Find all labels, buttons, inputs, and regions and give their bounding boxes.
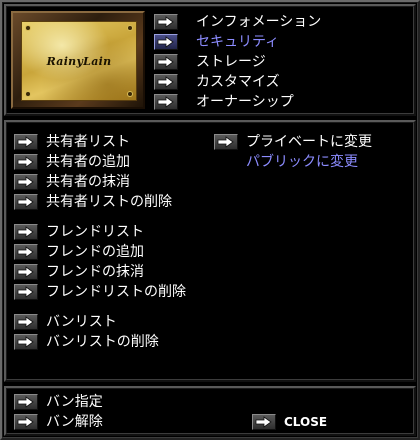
tab-storage[interactable]: ストレージ: [196, 54, 266, 70]
arrow-right-icon: [17, 226, 34, 238]
friend-list-arrow[interactable]: [14, 224, 38, 240]
friend-remove-link[interactable]: フレンドの抹消: [46, 264, 144, 280]
tab-arrow-ownership[interactable]: [154, 94, 178, 110]
tab-arrow-storage[interactable]: [154, 54, 178, 70]
tab-arrow-security[interactable]: [154, 34, 178, 50]
tab-security[interactable]: セキュリティ: [196, 34, 279, 50]
arrow-right-icon: [17, 266, 34, 278]
friend-list-delete-link[interactable]: フレンドリストの削除: [46, 284, 186, 300]
ban-lift-arrow[interactable]: [14, 414, 38, 430]
sharer-remove-link[interactable]: 共有者の抹消: [46, 174, 130, 190]
arrow-right-icon: [17, 136, 34, 148]
sharer-remove-arrow[interactable]: [14, 174, 38, 190]
arrow-right-icon: [255, 416, 272, 428]
arrow-right-icon: [157, 56, 174, 68]
tab-arrow-information[interactable]: [154, 14, 178, 30]
arrow-right-icon: [17, 176, 34, 188]
close-button[interactable]: CLOSE: [284, 414, 327, 430]
ban-assign-arrow[interactable]: [14, 394, 38, 410]
friend-remove-arrow[interactable]: [14, 264, 38, 280]
ban-list-link[interactable]: バンリスト: [46, 314, 117, 330]
arrow-right-icon: [157, 96, 174, 108]
arrow-right-icon: [17, 156, 34, 168]
arrow-right-icon: [157, 76, 174, 88]
make-public-link[interactable]: パブリックに変更: [246, 154, 358, 170]
sharer-add-arrow[interactable]: [14, 154, 38, 170]
tab-arrow-customize[interactable]: [154, 74, 178, 90]
make-private-link[interactable]: プライベートに変更: [246, 134, 372, 150]
plate-screw: [26, 26, 30, 30]
ban-assign-link[interactable]: バン指定: [46, 394, 103, 410]
friend-add-link[interactable]: フレンドの追加: [46, 244, 144, 260]
friend-add-arrow[interactable]: [14, 244, 38, 260]
plate-screw: [26, 92, 30, 96]
sharer-list-arrow[interactable]: [14, 134, 38, 150]
tab-customize[interactable]: カスタマイズ: [196, 74, 280, 90]
arrow-right-icon: [17, 286, 34, 298]
arrow-right-icon: [217, 136, 234, 148]
private-arrow[interactable]: [214, 134, 238, 150]
ban-list-delete-link[interactable]: バンリストの削除: [46, 334, 159, 350]
arrow-right-icon: [17, 416, 34, 428]
sharer-add-link[interactable]: 共有者の追加: [46, 154, 130, 170]
ban-list-arrow[interactable]: [14, 314, 38, 330]
security-window: RainyLain インフォメーション セキュリティ ストレージ カスタマイズ …: [0, 0, 420, 440]
arrow-right-icon: [157, 16, 174, 28]
plate-screw: [128, 26, 132, 30]
friend-list-delete-arrow[interactable]: [14, 284, 38, 300]
sharer-list-delete-link[interactable]: 共有者リストの削除: [46, 194, 172, 210]
name-plate: RainyLain: [21, 21, 137, 101]
tab-ownership[interactable]: オーナーシップ: [196, 94, 294, 110]
sharer-list-delete-arrow[interactable]: [14, 194, 38, 210]
ban-lift-link[interactable]: バン解除: [46, 414, 103, 430]
arrow-right-icon: [17, 316, 34, 328]
arrow-right-icon: [17, 396, 34, 408]
plate-screw: [128, 92, 132, 96]
arrow-right-icon: [17, 196, 34, 208]
close-arrow[interactable]: [252, 414, 276, 430]
arrow-right-icon: [17, 336, 34, 348]
name-plate-frame: RainyLain: [11, 11, 145, 109]
arrow-right-icon: [157, 36, 174, 48]
arrow-right-icon: [17, 246, 34, 258]
friend-list-link[interactable]: フレンドリスト: [46, 224, 144, 240]
plate-owner-name: RainyLain: [46, 55, 112, 68]
ban-list-delete-arrow[interactable]: [14, 334, 38, 350]
sharer-list-link[interactable]: 共有者リスト: [46, 134, 130, 150]
tab-information[interactable]: インフォメーション: [196, 14, 321, 30]
